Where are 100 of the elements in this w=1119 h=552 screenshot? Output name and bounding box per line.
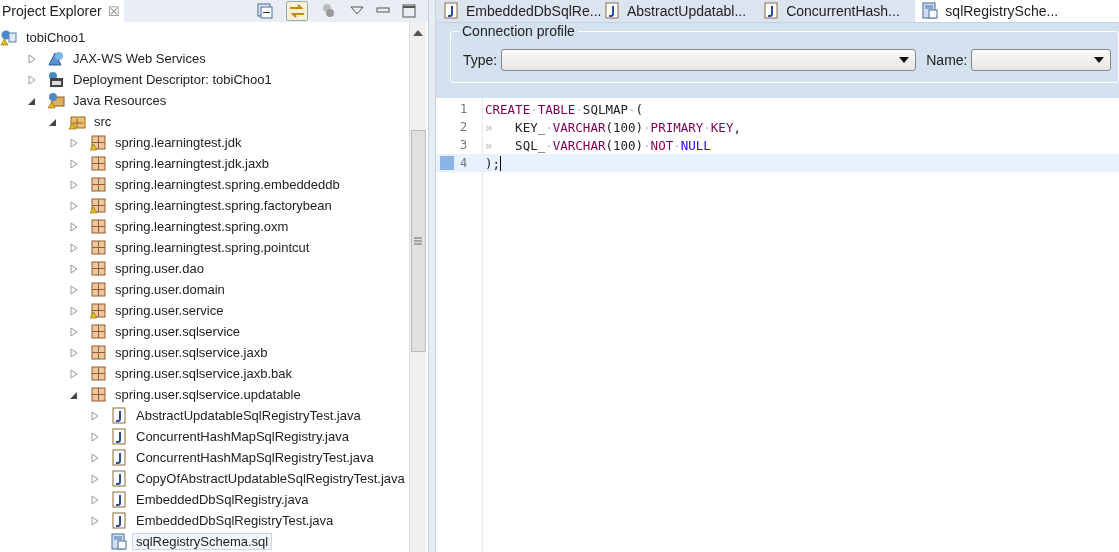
tree-item[interactable]: tobiChoo1 <box>22 29 90 46</box>
java-file-icon <box>110 406 128 425</box>
tree-item[interactable]: spring.learningtest.spring.embeddeddb <box>111 176 344 193</box>
tree-item[interactable]: spring.user.sqlservice.jaxb <box>111 344 272 361</box>
dropdown-arrow-icon[interactable] <box>899 57 910 63</box>
view-tab[interactable]: Project Explorer ☒ <box>0 0 124 22</box>
line-number: 4 <box>460 156 468 170</box>
tree-item[interactable]: sqlRegistrySchema.sql <box>132 533 273 550</box>
java-file-icon <box>110 427 128 446</box>
package-icon <box>89 280 107 299</box>
expand-arrow-icon[interactable] <box>90 431 100 442</box>
package-icon <box>89 343 107 362</box>
scrollbar[interactable] <box>409 22 426 552</box>
package-icon <box>89 196 107 215</box>
package-icon <box>89 322 107 341</box>
tree-item[interactable]: spring.learningtest.spring.oxm <box>111 218 293 235</box>
tree-item[interactable]: CopyOfAbstractUpdatableSqlRegistryTest.java <box>132 470 409 487</box>
expand-arrow-icon[interactable] <box>90 473 100 484</box>
web-services-icon <box>47 49 65 68</box>
package-icon <box>89 385 107 404</box>
tree-item[interactable]: EmbeddedDbSqlRegistry.java <box>132 491 313 508</box>
tree-item[interactable]: spring.learningtest.spring.pointcut <box>111 239 314 256</box>
expand-arrow-icon[interactable] <box>27 53 37 64</box>
field-label: Type: <box>463 52 498 68</box>
expand-arrow-icon[interactable] <box>69 284 79 295</box>
java-file-icon <box>442 2 460 20</box>
expand-arrow-icon[interactable] <box>69 347 79 358</box>
collapse-all-icon[interactable] <box>256 2 274 20</box>
view-menu-icon[interactable] <box>350 6 364 16</box>
editor-tab[interactable]: AbstractUpdatabl... <box>597 0 757 22</box>
tree-item[interactable]: AbstractUpdatableSqlRegistryTest.java <box>132 407 365 424</box>
java-file-icon <box>110 490 128 509</box>
minimize-icon[interactable] <box>376 6 390 16</box>
tree-item[interactable]: JAX-WS Web Services <box>69 50 210 67</box>
tree-item[interactable]: spring.user.sqlservice.updatable <box>111 386 305 403</box>
expand-arrow-icon[interactable] <box>69 221 79 232</box>
package-icon <box>89 238 107 257</box>
tree-item[interactable]: spring.user.domain <box>111 281 229 298</box>
tree-item[interactable]: spring.user.sqlservice.jaxb.bak <box>111 365 297 382</box>
code-line: ); <box>484 155 502 171</box>
line-number: 3 <box>460 138 468 152</box>
java-file-icon <box>603 2 621 20</box>
field-label: Name: <box>926 52 968 68</box>
expand-arrow-icon[interactable] <box>27 74 37 85</box>
library-icon <box>47 91 65 110</box>
expand-arrow-icon[interactable] <box>69 326 79 337</box>
scroll-thumb[interactable] <box>410 130 426 352</box>
tree-item[interactable]: Java Resources <box>69 92 171 109</box>
package-icon <box>89 154 107 173</box>
tree-item[interactable]: spring.learningtest.spring.factorybean <box>111 197 336 214</box>
expand-arrow-icon[interactable] <box>90 515 100 526</box>
text-cursor <box>500 155 502 171</box>
tree-item[interactable]: spring.learningtest.jdk <box>111 134 246 151</box>
tree-item[interactable]: EmbeddedDbSqlRegistryTest.java <box>132 512 338 529</box>
maximize-icon[interactable] <box>402 4 416 18</box>
tree-item[interactable]: spring.learningtest.jdk.jaxb <box>111 155 273 172</box>
code-line: » KEY_·VARCHAR(100)·PRIMARY·KEY, <box>484 119 741 135</box>
code-line: CREATE·TABLE·SQLMAP·( <box>484 101 644 117</box>
package-icon <box>89 259 107 278</box>
expand-arrow-icon[interactable] <box>69 200 79 211</box>
sql-file-icon <box>110 532 128 551</box>
expand-arrow-icon[interactable] <box>69 368 79 379</box>
package-icon <box>89 133 107 152</box>
descriptor-icon <box>47 70 65 89</box>
expand-arrow-icon[interactable] <box>90 494 100 505</box>
java-file-icon <box>110 511 128 530</box>
line-number: 2 <box>460 120 468 134</box>
package-icon <box>89 301 107 320</box>
java-file-icon <box>110 448 128 467</box>
expand-arrow-icon[interactable] <box>69 242 79 253</box>
expand-arrow-icon[interactable] <box>69 263 79 274</box>
sql-file-icon <box>921 2 940 20</box>
editor-tab[interactable]: sqlRegistrySche... <box>915 0 1119 22</box>
expand-arrow-icon[interactable] <box>69 137 79 148</box>
package-icon <box>89 217 107 236</box>
expand-arrow-icon[interactable] <box>69 158 79 169</box>
tree-item[interactable]: Deployment Descriptor: tobiChoo1 <box>69 71 276 88</box>
tree-item[interactable]: ConcurrentHashMapSqlRegistryTest.java <box>132 449 378 466</box>
line-number: 1 <box>460 102 468 116</box>
editor-tab[interactable]: ConcurrentHash... <box>756 0 916 22</box>
tree-item[interactable]: src <box>90 113 116 130</box>
group-title: Connection profile <box>459 23 578 39</box>
sash[interactable] <box>429 0 436 552</box>
close-icon[interactable]: ☒ <box>107 3 120 19</box>
tree-item[interactable]: spring.user.service <box>111 302 228 319</box>
package-icon <box>89 364 107 383</box>
tree-item[interactable]: spring.user.dao <box>111 260 208 277</box>
tree-item[interactable]: ConcurrentHashMapSqlRegistry.java <box>132 428 353 445</box>
expand-arrow-icon[interactable] <box>69 179 79 190</box>
expand-arrow-icon[interactable] <box>90 410 100 421</box>
expand-arrow-icon[interactable] <box>90 452 100 463</box>
expand-arrow-icon[interactable] <box>69 305 79 316</box>
code-line: » SQL_·VARCHAR(100)·NOT·NULL <box>484 137 711 153</box>
scroll-up-icon[interactable] <box>413 30 423 36</box>
java-file-icon <box>110 469 128 488</box>
tree-item[interactable]: spring.user.sqlservice <box>111 323 244 340</box>
grip-icon <box>414 237 422 245</box>
dropdown-arrow-icon[interactable] <box>1094 57 1105 63</box>
link-button[interactable] <box>286 1 308 21</box>
package-icon <box>89 175 107 194</box>
